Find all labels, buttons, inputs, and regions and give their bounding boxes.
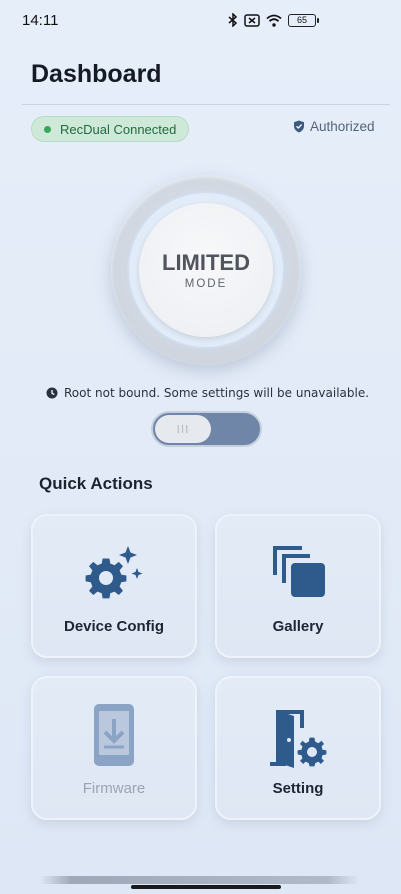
warning-text: Root not bound. Some settings will be un…	[64, 386, 370, 400]
device-config-label: Device Config	[63, 618, 165, 635]
battery-icon: 65	[288, 13, 319, 27]
firmware-label: Firmware	[82, 780, 146, 797]
header-divider	[22, 104, 390, 105]
status-bar: 14:11 65	[0, 0, 401, 40]
app-screen: 14:11 65 Dashboard RecDual Connected Aut…	[0, 0, 401, 894]
gear-sparkle-icon	[85, 546, 143, 599]
stacked-squares-icon	[273, 546, 325, 597]
status-icons: 65	[228, 13, 319, 27]
firmware-card[interactable]: Firmware	[31, 676, 197, 820]
setting-label: Setting	[272, 780, 324, 797]
clock-icon	[46, 387, 58, 399]
device-config-card[interactable]: Device Config	[31, 514, 197, 658]
status-time: 14:11	[22, 11, 59, 29]
mode-ring: LIMITED MODE	[127, 191, 285, 349]
door-gear-icon	[270, 710, 327, 768]
gallery-card[interactable]: Gallery	[215, 514, 381, 658]
wifi-icon	[266, 14, 282, 27]
next-section-peek	[40, 876, 360, 884]
shield-check-icon	[294, 120, 304, 133]
root-toggle[interactable]: III	[151, 411, 262, 447]
mode-subtitle: MODE	[184, 278, 228, 290]
root-warning: Root not bound. Some settings will be un…	[46, 386, 369, 400]
connection-status-chip[interactable]: RecDual Connected	[31, 116, 190, 142]
quick-actions-title: Quick Actions	[39, 474, 153, 493]
phone-download-icon	[94, 704, 134, 766]
connected-dot-icon	[44, 126, 51, 133]
authorized-badge: Authorized	[293, 119, 375, 134]
authorized-label: Authorized	[310, 119, 375, 134]
mode-indicator: LIMITED MODE	[139, 203, 273, 337]
toggle-knob[interactable]: III	[155, 415, 211, 443]
no-sim-icon	[244, 13, 260, 27]
page-title: Dashboard	[31, 60, 162, 88]
home-indicator[interactable]	[131, 885, 281, 889]
mode-title: LIMITED	[162, 250, 250, 275]
connection-label: RecDual Connected	[60, 121, 177, 137]
bluetooth-icon	[228, 13, 238, 27]
gallery-label: Gallery	[272, 618, 324, 635]
setting-card[interactable]: Setting	[215, 676, 381, 820]
mode-button[interactable]: LIMITED MODE	[111, 175, 301, 365]
